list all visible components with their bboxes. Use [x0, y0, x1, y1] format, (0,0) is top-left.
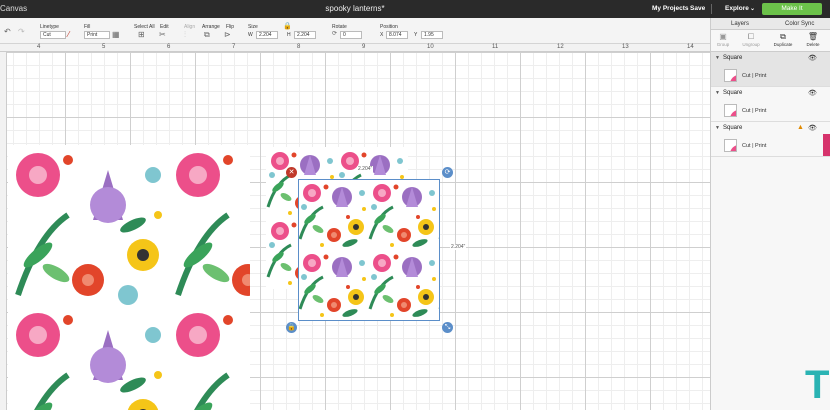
linetype-select[interactable]: Cut [40, 31, 66, 39]
group-icon: ▣ [719, 32, 727, 41]
title-divider [711, 4, 712, 14]
size-label: Size [248, 24, 258, 30]
layer-thumbnail [724, 69, 737, 82]
layer-operation: Cut | Print [742, 143, 767, 149]
fill-label: Fill [84, 24, 91, 30]
group-label: Group [716, 42, 730, 47]
align-icon[interactable]: ⫶ [184, 30, 186, 39]
duplicate-button[interactable]: ⧉ Duplicate [771, 32, 795, 47]
width-input[interactable]: 2.204 [256, 31, 278, 39]
eye-icon[interactable]: 👁 [808, 54, 817, 62]
undo-icon[interactable]: ↶ [4, 27, 11, 36]
save-button[interactable]: Save [690, 5, 705, 12]
edit-toolbar: ↶ ↷ Linetype Cut ⁄ Fill Print ▦ Select A… [0, 18, 710, 44]
ruler-number: 4 [37, 44, 41, 50]
design-canvas[interactable]: ✕ ⟳ 🔒 ⤡ 2.204" 2.204" [7, 52, 710, 410]
caret-down-icon[interactable]: ▼ [715, 125, 720, 131]
document-title: spooky lanterns* [325, 4, 385, 13]
brand-watermark: T [805, 363, 830, 407]
panel-scroll-accent[interactable] [823, 134, 830, 156]
select-all-icon[interactable]: ⊞ [138, 30, 145, 39]
width-dimension-label: 2.204" [357, 166, 374, 172]
resize-handle-icon[interactable]: ⤡ [442, 322, 453, 333]
top-ruler: 4 5 6 7 8 9 10 11 12 13 14 [0, 44, 710, 52]
flip-icon[interactable]: ⊳ [224, 30, 231, 39]
duplicate-icon: ⧉ [780, 32, 786, 41]
caret-down-icon[interactable]: ▼ [715, 90, 720, 96]
ruler-number: 12 [557, 44, 564, 50]
ungroup-label: Ungroup [742, 42, 760, 47]
x-label: X [380, 32, 384, 38]
height-dimension-label: 2.204" [450, 244, 467, 250]
left-ruler [0, 52, 7, 410]
make-it-button[interactable]: Make It [762, 3, 822, 15]
delete-label: Delete [806, 42, 820, 47]
fill-select[interactable]: Print [84, 31, 110, 39]
layer-group-3[interactable]: ▼ Square ▲ 👁 Cut | Print [711, 122, 830, 157]
lock-icon[interactable]: 🔒 [283, 22, 292, 31]
layer-operation: Cut | Print [742, 108, 767, 114]
caret-down-icon[interactable]: ▼ [715, 55, 720, 61]
ruler-number: 9 [362, 44, 366, 50]
explore-menu[interactable]: Explore [725, 5, 749, 12]
tab-layers[interactable]: Layers [731, 21, 749, 27]
ruler-number: 10 [427, 44, 434, 50]
lock-handle-icon[interactable]: 🔒 [286, 322, 297, 333]
ungroup-icon: ⧠ [747, 32, 755, 41]
layer-name: Square [723, 90, 743, 96]
selection-bounding-box[interactable] [298, 179, 440, 321]
ruler-number: 6 [167, 44, 171, 50]
ruler-number: 7 [232, 44, 236, 50]
group-button[interactable]: ▣ Group [711, 32, 735, 47]
ruler-number: 5 [102, 44, 106, 50]
ungroup-button[interactable]: ⧠ Ungroup [739, 32, 763, 47]
pen-color-icon[interactable]: ⁄ [68, 30, 69, 39]
arrange-icon[interactable]: ⧉ [204, 30, 210, 39]
duplicate-label: Duplicate [773, 42, 793, 47]
eye-icon[interactable]: 👁 [808, 124, 817, 132]
ruler-number: 13 [622, 44, 629, 50]
delete-button[interactable]: 🗑 Delete [801, 32, 825, 47]
width-label: W [248, 32, 253, 38]
layer-thumbnail [724, 104, 737, 117]
scissors-icon[interactable]: ✂ [159, 30, 166, 39]
warning-icon[interactable]: ▲ [797, 124, 804, 131]
layer-name: Square [723, 55, 743, 61]
trash-icon: 🗑 [807, 32, 819, 41]
y-position-input[interactable]: 1.95 [421, 31, 443, 39]
tab-color-sync[interactable]: Color Sync [785, 21, 814, 27]
layers-panel: Layers Color Sync ▣ Group ⧠ Ungroup ⧉ Dupli… [710, 18, 830, 410]
y-label: Y [414, 32, 418, 38]
delete-handle-icon[interactable]: ✕ [286, 167, 297, 178]
height-input[interactable]: 2.204 [294, 31, 316, 39]
rotate-input[interactable]: 0 [340, 31, 362, 39]
rotate-handle-icon[interactable]: ⟳ [442, 167, 453, 178]
linetype-label: Linetype [40, 24, 59, 30]
layer-group-2[interactable]: ▼ Square 👁 Cut | Print [711, 87, 830, 122]
x-position-input[interactable]: 8.074 [386, 31, 408, 39]
panel-tabs: Layers Color Sync [711, 18, 830, 30]
ruler-number: 11 [492, 44, 499, 50]
position-label: Position [380, 24, 398, 30]
my-projects-link[interactable]: My Projects [652, 5, 689, 12]
title-bar: Canvas spooky lanterns* My Projects Save… [0, 0, 830, 18]
layer-thumbnail [724, 139, 737, 152]
floral-square-large[interactable] [8, 145, 250, 410]
design-space-app: Canvas spooky lanterns* My Projects Save… [0, 0, 830, 410]
redo-icon[interactable]: ↷ [18, 27, 25, 36]
layer-actions: ▣ Group ⧠ Ungroup ⧉ Duplicate 🗑 Delete [711, 30, 830, 52]
rotate-icon: ⟳ [332, 31, 338, 37]
chevron-down-icon[interactable]: ⌄ [750, 5, 755, 12]
layer-operation: Cut | Print [742, 73, 767, 79]
eye-icon[interactable]: 👁 [808, 89, 817, 97]
ruler-number: 8 [297, 44, 301, 50]
ruler-number: 14 [687, 44, 694, 50]
print-pattern-icon[interactable]: ▦ [112, 30, 120, 39]
height-label: H [287, 32, 291, 38]
layer-name: Square [723, 125, 743, 131]
layer-group-1[interactable]: ▼ Square 👁 Cut | Print [711, 52, 830, 87]
